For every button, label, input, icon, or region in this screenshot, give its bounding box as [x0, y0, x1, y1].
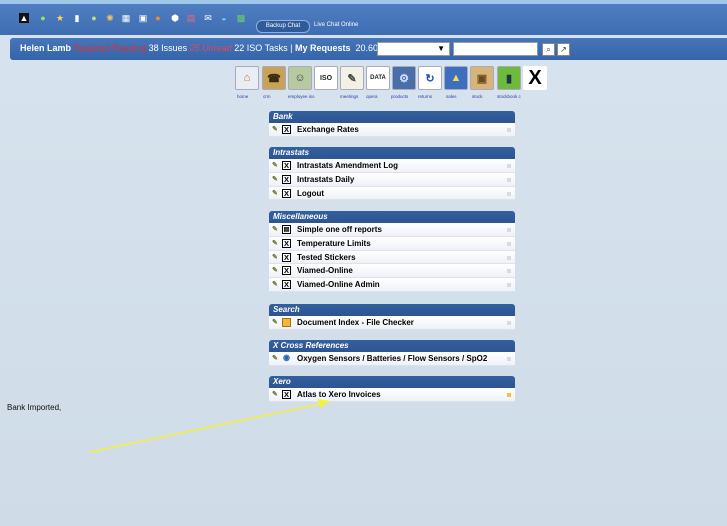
annotation-arrow — [89, 399, 330, 453]
